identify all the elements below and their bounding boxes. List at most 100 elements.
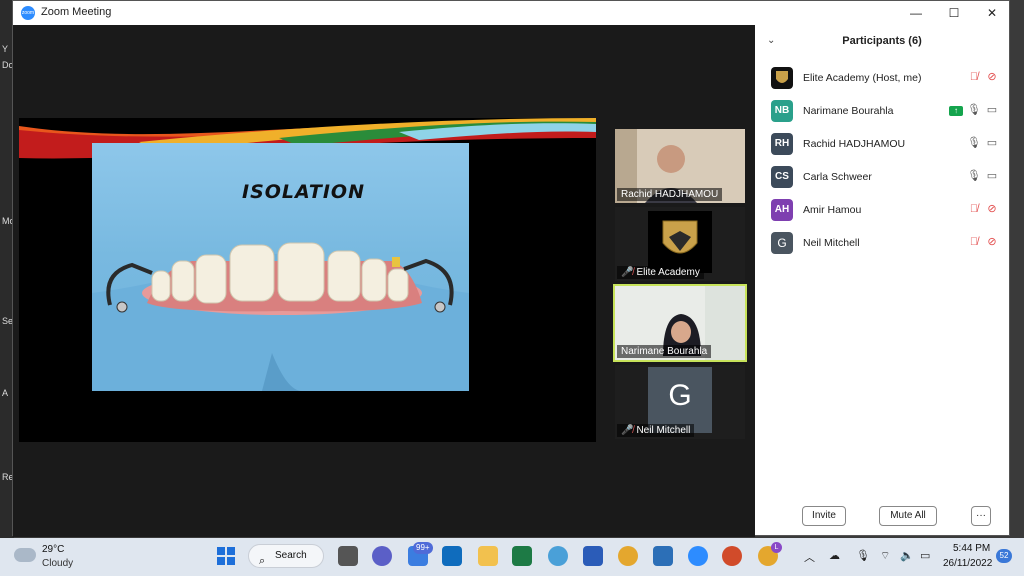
powerpoint-icon[interactable] (722, 546, 742, 566)
muted-mic-icon: 🎤̸ (621, 425, 634, 436)
participant-name: Neil Mitchell (803, 237, 860, 249)
video-off-icon[interactable]: ⊘ (983, 70, 1001, 83)
taskbar-search[interactable]: ⌕ Search (248, 544, 324, 568)
mic-icon[interactable]: 🎙 (965, 169, 983, 182)
video-tile-neil-mitchell[interactable]: G 🎤̸ Neil Mitchell (615, 365, 745, 439)
tile-name-label: 🎤̸ Neil Mitchell (617, 424, 695, 437)
speaker-icon[interactable]: 🔈 (900, 549, 914, 562)
tile-initial-avatar: G (668, 379, 692, 412)
word-icon[interactable] (583, 546, 603, 566)
mute-all-button[interactable]: Mute All (879, 506, 937, 526)
avatar: AH (771, 199, 793, 221)
participant-row[interactable]: NB Narimane Bourahla ↑ 🎙 ▭ (771, 100, 1001, 126)
file-explorer-icon[interactable] (478, 546, 498, 566)
notification-badge[interactable]: 52 (996, 549, 1012, 563)
weather-temperature[interactable]: 29°C (42, 544, 64, 555)
maximize-button[interactable]: ☐ (944, 3, 964, 23)
chevron-up-icon[interactable]: ︿ (804, 549, 815, 565)
zoom-logo-icon: zoom (21, 6, 35, 20)
mic-icon[interactable]: 🎙 (965, 103, 983, 116)
muted-mic-icon[interactable]: 🎙̸ (965, 71, 983, 83)
muted-mic-icon: 🎤̸ (621, 267, 634, 278)
muted-mic-icon[interactable]: 🎙̸ (965, 236, 983, 248)
snipping-tool-icon[interactable] (653, 546, 673, 566)
participant-status-icons: 🎙̸ ⊘ (965, 235, 1001, 253)
participant-row[interactable]: Elite Academy (Host, me) 🎙̸ ⊘ (771, 67, 1001, 93)
participants-panel: ⌄ Participants (6) Elite Academy (Host, … (755, 25, 1009, 535)
participant-status-icons: 🎙 ▭ (965, 136, 1001, 154)
cloud-icon[interactable] (14, 548, 36, 562)
weather-condition[interactable]: Cloudy (42, 558, 73, 569)
participant-status-icons: 🎙̸ ⊘ (965, 70, 1001, 88)
avatar: G (771, 232, 793, 254)
tile-name-text: Elite Academy (636, 267, 700, 278)
avatar: CS (771, 166, 793, 188)
desktop-icon-label: Y (2, 44, 9, 54)
tile-name-label: Narimane Bourahla (617, 345, 712, 358)
more-options-button[interactable]: ··· (971, 506, 991, 526)
window-title: Zoom Meeting (41, 6, 112, 18)
chrome-profile-badge: L (771, 542, 782, 553)
shield-logo-icon (776, 71, 788, 83)
participant-row[interactable]: CS Carla Schweer 🎙 ▭ (771, 166, 1001, 192)
outlook-icon[interactable] (442, 546, 462, 566)
meeting-stage: ISOLATION Rachid HADJHAMOU 🎤̸ Elite Acad… (13, 25, 755, 537)
invite-button[interactable]: Invite (802, 506, 846, 526)
desktop-icon-label: A (2, 388, 9, 398)
zoom-window: zoom Zoom Meeting — ☐ ✕ ISOLATION Rachid… (12, 0, 1010, 537)
participant-name: Carla Schweer (803, 171, 872, 183)
tile-name-label: Rachid HADJHAMOU (617, 188, 723, 201)
muted-mic-icon[interactable]: 🎙̸ (965, 203, 983, 215)
participant-name: Rachid HADJHAMOU (803, 138, 906, 150)
slide-photo: ISOLATION (92, 143, 469, 391)
tile-name-label: 🎤̸ Elite Academy (617, 266, 704, 279)
task-view-icon[interactable] (338, 546, 358, 566)
participant-name: Amir Hamou (803, 204, 862, 216)
excel-icon[interactable] (512, 546, 532, 566)
video-thumbnail-strip: Rachid HADJHAMOU 🎤̸ Elite Academy Narima… (613, 129, 747, 439)
video-tile-elite-academy[interactable]: 🎤̸ Elite Academy (615, 207, 745, 281)
participant-name: Elite Academy (Host, me) (803, 72, 922, 84)
start-windows-icon[interactable] (216, 546, 236, 566)
participant-status-icons: 🎙̸ ⊘ (965, 202, 1001, 220)
search-label: Search (275, 550, 307, 561)
mail-badge: 99+ (413, 542, 433, 554)
wifi-icon[interactable]: ⌔ (880, 549, 890, 563)
avatar: RH (771, 133, 793, 155)
title-bar: zoom Zoom Meeting — ☐ ✕ (13, 1, 1009, 25)
clock-time[interactable]: 5:44 PM (953, 543, 990, 554)
chrome-icon[interactable] (618, 546, 638, 566)
participant-row[interactable]: AH Amir Hamou 🎙̸ ⊘ (771, 199, 1001, 225)
zoom-app-icon[interactable] (688, 546, 708, 566)
participants-title: Participants (6) (842, 35, 922, 47)
participant-row[interactable]: G Neil Mitchell 🎙̸ ⊘ (771, 232, 1001, 258)
video-camera-icon[interactable]: ▭ (983, 136, 1001, 149)
search-icon: ⌕ (259, 555, 266, 567)
mic-icon[interactable]: 🎙 (965, 136, 983, 149)
participant-status-icons: 🎙 ▭ (965, 169, 1001, 187)
battery-icon[interactable]: ▭ (920, 549, 930, 562)
close-button[interactable]: ✕ (982, 3, 1002, 23)
video-camera-icon[interactable]: ▭ (983, 169, 1001, 182)
onedrive-cloud-icon[interactable]: ☁ (829, 549, 840, 562)
participant-name: Narimane Bourahla (803, 105, 894, 117)
avatar (771, 67, 793, 89)
shared-screen[interactable]: ISOLATION (19, 118, 596, 442)
video-camera-icon[interactable]: ▭ (983, 103, 1001, 116)
windows-taskbar: 29°C Cloudy ⌕ Search 99+ L ︿ ☁ 🎙 ⌔ 🔈 ▭ 5:… (0, 538, 1024, 576)
paint-icon[interactable] (548, 546, 568, 566)
video-tile-rachid[interactable]: Rachid HADJHAMOU (615, 129, 745, 203)
avatar: NB (771, 100, 793, 122)
clock-date[interactable]: 26/11/2022 (943, 558, 992, 569)
participant-row[interactable]: RH Rachid HADJHAMOU 🎙 ▭ (771, 133, 1001, 159)
video-off-icon[interactable]: ⊘ (983, 235, 1001, 248)
microphone-icon[interactable]: 🎙 (856, 549, 870, 562)
screen-share-icon: ↑ (947, 104, 965, 116)
video-off-icon[interactable]: ⊘ (983, 202, 1001, 215)
video-tile-narimane[interactable]: Narimane Bourahla (613, 284, 747, 362)
teams-chat-icon[interactable] (372, 546, 392, 566)
tile-name-text: Neil Mitchell (636, 425, 691, 436)
slide-title: ISOLATION (242, 181, 365, 203)
minimize-button[interactable]: — (906, 3, 926, 23)
participant-status-icons: ↑ 🎙 ▭ (947, 103, 1001, 121)
